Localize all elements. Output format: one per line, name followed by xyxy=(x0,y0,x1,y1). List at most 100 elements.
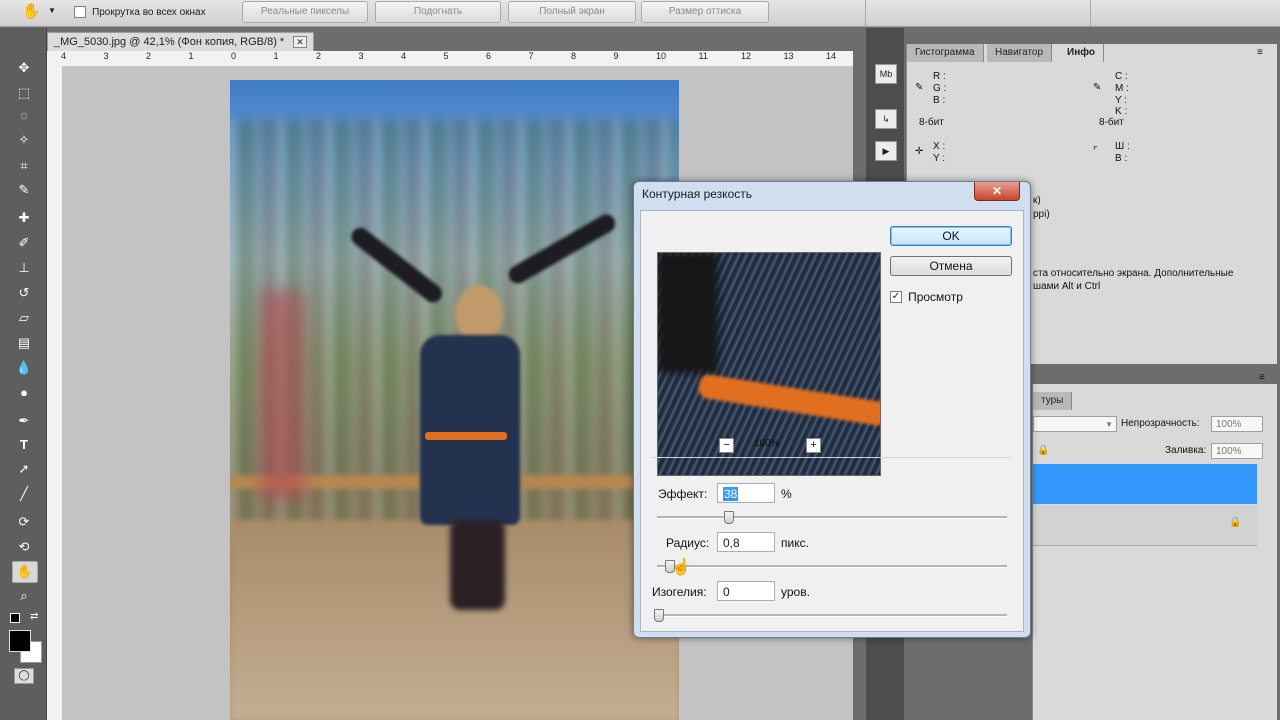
layer-row-selected[interactable] xyxy=(1033,464,1257,504)
preview-label: Просмотр xyxy=(908,290,963,304)
eraser-tool-icon[interactable]: ▱ xyxy=(12,308,36,328)
ruler-tick-label: 1 xyxy=(273,51,279,61)
hand-tool-icon[interactable]: ✋ xyxy=(22,2,41,20)
scroll-all-windows-checkbox[interactable]: Прокрутка во всех окнах xyxy=(74,6,206,19)
path-selection-icon[interactable]: ➚ xyxy=(12,459,36,479)
lock-transparency-icon[interactable]: 🔒 xyxy=(1037,445,1049,456)
pen-tool-icon[interactable]: ✒ xyxy=(12,411,36,431)
preview-checkbox[interactable]: Просмотр xyxy=(890,290,963,304)
k-label: K : xyxy=(1115,106,1128,117)
swap-colors-icon[interactable]: ⇄ xyxy=(30,611,38,622)
full-screen-button[interactable]: Полный экран xyxy=(508,1,636,23)
tab-navigator[interactable]: Навигатор xyxy=(987,44,1053,62)
ruler-tick-label: 3 xyxy=(103,51,109,61)
crop-tool-icon[interactable]: ⌗ xyxy=(12,156,36,176)
preview-checkbox-box[interactable] xyxy=(890,291,902,303)
tab-histogram[interactable]: Гистограмма xyxy=(907,44,984,62)
gradient-tool-icon[interactable]: ▤ xyxy=(12,333,36,353)
threshold-slider-thumb[interactable] xyxy=(654,609,664,622)
tab-info[interactable]: Инфо xyxy=(1059,44,1104,62)
blur-tool-icon[interactable]: 💧 xyxy=(12,358,36,378)
foreground-color-swatch[interactable] xyxy=(9,630,31,652)
threshold-input[interactable]: 0 xyxy=(717,581,775,601)
cancel-button[interactable]: Отмена xyxy=(890,256,1012,276)
layer-row-background[interactable]: 🔒 xyxy=(1033,505,1257,546)
m-label: M : xyxy=(1115,83,1129,94)
ruler-tick-label: 2 xyxy=(316,51,322,61)
zoom-level: 100% xyxy=(754,438,780,449)
fill-field[interactable]: 100% xyxy=(1211,443,1263,459)
marquee-tool-icon[interactable]: ⬚ xyxy=(12,83,36,103)
panel-menu-icon[interactable]: ≡ xyxy=(1257,47,1263,58)
actual-pixels-button[interactable]: Реальные пикселы xyxy=(242,1,368,23)
w-label: Ш : xyxy=(1115,141,1130,152)
layers-panel: туры ≡ ▼ Непрозрачность: 100% 🔒 Заливка:… xyxy=(1032,372,1277,720)
g-label: G : xyxy=(933,83,947,94)
preview-belt xyxy=(697,373,880,427)
3d-rotate-icon[interactable]: ⟳ xyxy=(12,512,36,532)
lasso-tool-icon[interactable]: ◌ xyxy=(12,106,36,126)
move-tool-icon[interactable]: ✥ xyxy=(12,58,36,78)
3d-orbit-icon[interactable]: ⟲ xyxy=(12,537,36,557)
threshold-slider-track[interactable] xyxy=(657,614,1007,617)
h-label: В : xyxy=(1115,153,1128,164)
document-title: _MG_5030.jpg @ 42,1% (Фон копия, RGB/8) … xyxy=(54,36,285,48)
ok-button[interactable]: OK xyxy=(890,226,1012,246)
bit-depth-left: 8-бит xyxy=(919,117,944,128)
photo-belt xyxy=(425,432,507,440)
document-photo xyxy=(230,80,679,720)
tool-preset-dropdown-icon[interactable]: ▼ xyxy=(48,6,56,15)
amount-input[interactable]: 38 xyxy=(717,483,775,503)
rgb-eyedropper-icon: ✎ xyxy=(915,82,924,93)
opacity-field[interactable]: 100% xyxy=(1211,416,1263,432)
line-tool-icon[interactable]: ╱ xyxy=(12,484,36,504)
quick-mask-icon[interactable]: ◯ xyxy=(14,668,34,684)
doc-info-partial-1: к) xyxy=(1033,195,1041,206)
brush-tool-icon[interactable]: ✐ xyxy=(12,233,36,253)
fit-screen-button[interactable]: Подогнать xyxy=(375,1,501,23)
toolbox: ✥ ⬚ ◌ ✧ ⌗ ✎ ✚ ✐ ⊥ ↺ ▱ ▤ 💧 ● ✒ T ➚ ╱ ⟳ ⟲ … xyxy=(0,28,47,720)
photo-legs xyxy=(450,520,505,610)
ruler-tick-label: 7 xyxy=(528,51,534,61)
selection-size-icon: ⌜ xyxy=(1093,146,1098,157)
scroll-all-checkbox-box[interactable] xyxy=(74,6,86,19)
ruler-tick-label: 10 xyxy=(656,51,667,61)
zoom-tool-icon[interactable]: ⌕ xyxy=(12,586,36,606)
b-label: B : xyxy=(933,95,946,106)
eyedropper-tool-icon[interactable]: ✎ xyxy=(12,180,36,200)
magic-wand-tool-icon[interactable]: ✧ xyxy=(12,130,36,150)
ruler-tick-label: 3 xyxy=(358,51,364,61)
radius-slider-track[interactable] xyxy=(657,565,1007,568)
clone-stamp-icon[interactable]: ⊥ xyxy=(12,258,36,278)
tab-paths-partial[interactable]: туры xyxy=(1033,392,1073,410)
threshold-unit: уров. xyxy=(781,585,810,599)
hint-text-line2: шами Alt и Ctrl xyxy=(1033,281,1101,292)
document-tab[interactable]: _MG_5030.jpg @ 42,1% (Фон копия, RGB/8) … xyxy=(47,32,314,51)
amount-slider-thumb[interactable] xyxy=(724,511,734,524)
ruler-tick-label: 0 xyxy=(231,51,237,61)
layers-menu-icon[interactable]: ≡ xyxy=(1259,372,1265,383)
print-size-button[interactable]: Размер оттиска xyxy=(641,1,769,23)
x-label: X : xyxy=(933,141,946,152)
dialog-close-button[interactable]: ✕ xyxy=(974,182,1020,201)
opacity-label: Непрозрачность: xyxy=(1121,418,1200,429)
unsharp-mask-dialog: Контурная резкость ✕ − 100% + OK Отмена … xyxy=(633,181,1031,638)
blend-mode-select[interactable]: ▼ xyxy=(1033,416,1117,432)
amount-slider-track[interactable] xyxy=(657,516,1007,519)
healing-brush-icon[interactable]: ✚ xyxy=(12,208,36,228)
horizontal-ruler: 4 3 2 1 0 1 2 3 4 5 6 7 8 9 10 11 12 13 14 xyxy=(47,51,853,67)
default-colors-icon[interactable] xyxy=(10,613,20,623)
zoom-out-button[interactable]: − xyxy=(719,438,734,453)
type-tool-icon[interactable]: T xyxy=(12,435,36,455)
dodge-tool-icon[interactable]: ● xyxy=(12,383,36,403)
history-icon[interactable]: ↳ xyxy=(875,109,897,129)
hand-tool-active-icon[interactable]: ✋ xyxy=(12,561,38,583)
radius-input[interactable]: 0,8 xyxy=(717,532,775,552)
close-document-icon[interactable]: ✕ xyxy=(293,36,307,48)
actions-icon[interactable]: ▶ xyxy=(875,141,897,161)
vertical-ruler xyxy=(47,66,63,720)
zoom-in-button[interactable]: + xyxy=(806,438,821,453)
ruler-tick-label: 2 xyxy=(146,51,152,61)
history-brush-icon[interactable]: ↺ xyxy=(12,283,36,303)
mini-bridge-icon[interactable]: Mb xyxy=(875,64,897,84)
